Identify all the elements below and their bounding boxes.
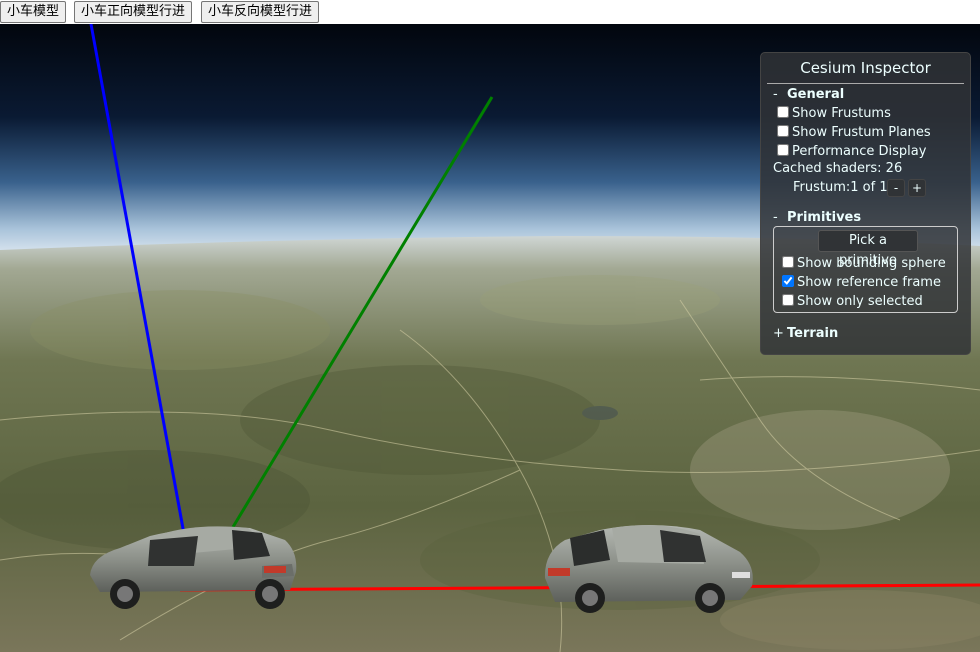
primitives-section-header[interactable]: - Primitives	[773, 210, 861, 225]
show-reference-frame-checkbox[interactable]	[782, 275, 794, 287]
primitives-section: Pick a primitive Show bounding sphere Sh…	[773, 226, 958, 313]
car-model-button[interactable]: 小车模型	[0, 1, 67, 23]
show-bounding-sphere-checkbox[interactable]	[782, 256, 794, 268]
performance-display-label: Performance Display	[792, 144, 927, 159]
show-reference-frame-label: Show reference frame	[797, 275, 941, 290]
primitives-label: Primitives	[787, 210, 862, 225]
frustum-increment-button[interactable]: +	[908, 179, 926, 197]
collapse-icon: -	[773, 210, 778, 225]
show-frustums-label: Show Frustums	[792, 106, 891, 121]
cesium-inspector-panel: Cesium Inspector - General Show Frustums …	[760, 52, 971, 355]
show-frustum-planes-option[interactable]: Show Frustum Planes	[777, 124, 931, 142]
general-section-header[interactable]: - General	[773, 87, 844, 102]
show-frustum-planes-checkbox[interactable]	[777, 125, 789, 137]
show-reference-frame-option[interactable]: Show reference frame	[782, 274, 941, 292]
pick-primitive-button[interactable]: Pick a primitive	[818, 230, 918, 268]
terrain-section-header[interactable]: + Terrain	[773, 326, 838, 341]
expand-icon: +	[773, 326, 784, 341]
terrain-label: Terrain	[787, 326, 839, 341]
cached-shaders-text: Cached shaders: 26	[773, 161, 903, 176]
frustum-text: Frustum:1 of 1	[793, 180, 888, 195]
show-frustums-option[interactable]: Show Frustums	[777, 105, 891, 123]
frustum-decrement-button[interactable]: -	[887, 179, 905, 197]
show-bounding-sphere-option[interactable]: Show bounding sphere	[782, 255, 946, 273]
top-toolbar: 小车模型 小车正向模型行进 小车反向模型行进	[0, 0, 980, 24]
show-frustums-checkbox[interactable]	[777, 106, 789, 118]
performance-display-option[interactable]: Performance Display	[777, 143, 926, 161]
general-label: General	[787, 87, 845, 102]
show-only-selected-option[interactable]: Show only selected	[782, 293, 923, 311]
show-only-selected-checkbox[interactable]	[782, 294, 794, 306]
car-reverse-button[interactable]: 小车反向模型行进	[201, 1, 320, 23]
collapse-icon: -	[773, 87, 778, 102]
show-only-selected-label: Show only selected	[797, 294, 923, 309]
inspector-title: Cesium Inspector	[767, 59, 964, 84]
car-forward-button[interactable]: 小车正向模型行进	[74, 1, 193, 23]
performance-display-checkbox[interactable]	[777, 144, 789, 156]
show-frustum-planes-label: Show Frustum Planes	[792, 125, 931, 140]
show-bounding-sphere-label: Show bounding sphere	[797, 256, 946, 271]
